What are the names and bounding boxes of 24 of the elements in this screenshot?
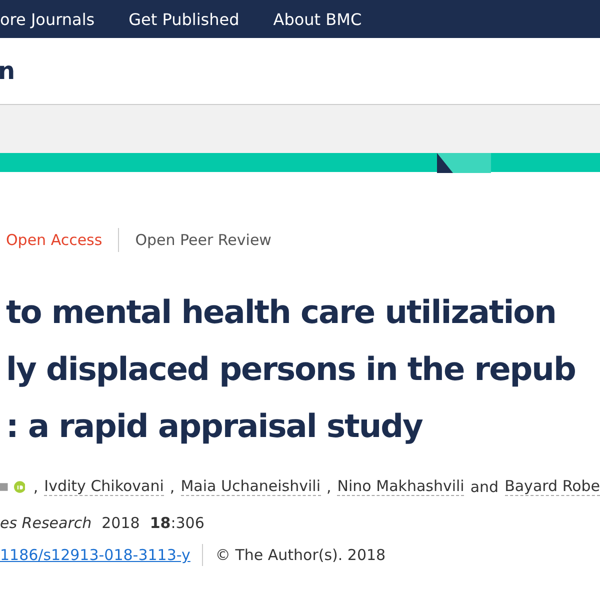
author-separator: , <box>326 478 332 496</box>
article-title-line: ly displaced persons in the repub <box>6 349 576 390</box>
copyright-text: © The Author(s). 2018 <box>215 546 386 564</box>
author-link[interactable]: Maia Uchaneishvili <box>180 477 320 496</box>
author-separator: , <box>170 478 175 496</box>
nav-link[interactable]: About BMC <box>273 10 362 28</box>
nav-link[interactable]: ore Journals <box>0 10 95 28</box>
orcid-icon[interactable] <box>14 480 26 492</box>
doi-link[interactable]: 1186/s12913-018-3113-y <box>0 546 190 564</box>
banner-decoration <box>437 153 491 173</box>
article-title-line: : a rapid appraisal study <box>6 406 424 447</box>
author-separator: and <box>470 478 499 496</box>
citation-volume: 18:306 <box>150 514 204 532</box>
author-link[interactable]: Ivdity Chikovani <box>44 477 164 496</box>
author-link[interactable]: Nino Makhashvili <box>337 477 464 496</box>
author-link[interactable]: Bayard Robe <box>504 477 600 496</box>
peer-review-link[interactable]: Open Peer Review <box>135 231 272 249</box>
article-title-line: to mental health care utilization <box>6 292 557 333</box>
author-separator: , <box>33 478 38 496</box>
nav-link[interactable]: Get Published <box>128 10 240 28</box>
publication-year: 2018 <box>102 514 140 532</box>
open-access-label: Open Access <box>6 231 102 249</box>
logo-text[interactable]: n <box>0 57 16 85</box>
journal-name: es Research <box>0 514 92 532</box>
